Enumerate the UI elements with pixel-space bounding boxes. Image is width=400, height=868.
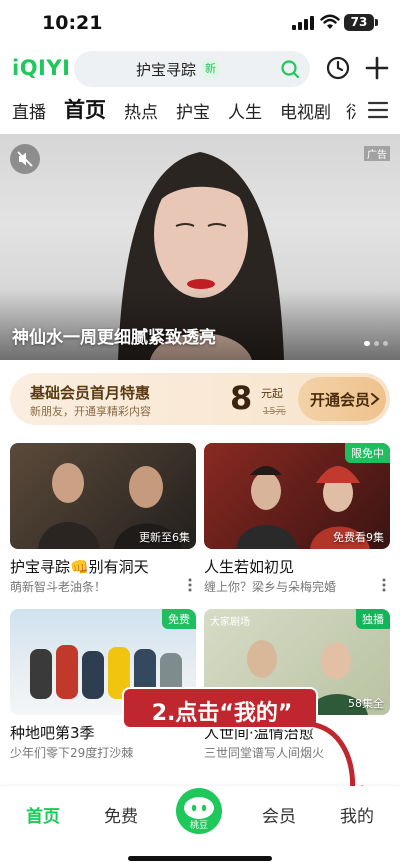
episode-info: 更新至6集 [139, 531, 190, 544]
status-bar: 10:21 73 [0, 0, 400, 46]
tab-tv-series[interactable]: 电视剧 [280, 98, 331, 123]
search-new-badge: 新 [202, 60, 219, 78]
video-title: 人生若如初见 [204, 558, 295, 576]
hero-title: 神仙水一周更细腻紧致透亮 [12, 328, 216, 348]
episode-info: 免费看9集 [333, 531, 384, 544]
video-thumbnail[interactable]: 限免中 免费看9集 [204, 443, 390, 549]
video-subtitle: 少年们零下29度打沙棘 [10, 746, 134, 760]
search-icon[interactable] [280, 59, 300, 79]
tab-treasure[interactable]: 护宝 [176, 98, 210, 123]
open-vip-label: 开通会员 [310, 391, 371, 409]
carousel-dots [360, 331, 388, 350]
carousel-dot [374, 341, 379, 346]
vip-subtitle: 新朋友，开通享精彩内容 [30, 405, 151, 418]
app-screen: 10:21 73 iQIYI 护宝寻踪 新 直播 首页 热点 护宝 人生 电视剧… [0, 0, 400, 868]
video-card[interactable]: 更新至6集 护宝寻踪👊别有洞天 萌新智斗老油条！ [10, 443, 196, 594]
video-subtitle: 萌新智斗老油条！ [10, 580, 107, 594]
nav-home[interactable]: 首页 [26, 802, 60, 827]
menu-icon[interactable] [367, 100, 389, 120]
video-title: 种地吧第3季 [10, 724, 95, 742]
vip-price-unit: 元起 [261, 387, 283, 400]
episode-info: 58集全 [348, 697, 384, 710]
status-badge: 独播 [356, 609, 390, 629]
battery-tip [375, 19, 378, 26]
nav-taodou-button[interactable]: 桃豆 [176, 788, 222, 834]
carousel-dot [364, 341, 370, 346]
tab-home[interactable]: 首页 [64, 94, 106, 124]
nav-taodou-label: 桃豆 [189, 821, 208, 831]
drama-theatre-logo: 大家剧场 [210, 617, 250, 628]
signal-icon [292, 16, 314, 30]
vip-price: 8 [230, 379, 253, 417]
video-thumbnail[interactable]: 更新至6集 [10, 443, 196, 549]
bottom-nav: 首页 免费 桃豆 会员 我的 [0, 786, 400, 868]
top-header: iQIYI 护宝寻踪 新 [0, 46, 400, 90]
plus-icon[interactable] [364, 55, 390, 81]
search-bar[interactable]: 护宝寻踪 新 [74, 51, 310, 87]
home-indicator [128, 856, 272, 861]
video-title: 护宝寻踪👊别有洞天 [10, 558, 149, 576]
nav-vip[interactable]: 会员 [262, 802, 296, 827]
status-time: 10:21 [42, 12, 103, 34]
status-badge: 免费 [162, 609, 196, 629]
video-subtitle: 缠上你？梁乡与朵梅完婚 [204, 580, 337, 594]
nav-free[interactable]: 免费 [104, 802, 138, 827]
open-vip-button[interactable]: 开通会员 [298, 377, 386, 421]
ad-tag: 广告 [364, 146, 390, 161]
mute-icon [17, 151, 33, 167]
status-badge: 限免中 [345, 443, 390, 463]
wifi-icon [320, 14, 340, 29]
tab-more-cut[interactable]: 衍 [346, 98, 356, 123]
video-card[interactable]: 限免中 免费看9集 人生若如初见 缠上你？梁乡与朵梅完婚 [204, 443, 390, 594]
vip-promo-banner[interactable]: 基础会员首月特惠 新朋友，开通享精彩内容 8 元起 15元 开通会员 [10, 373, 390, 425]
mute-button[interactable] [10, 144, 40, 174]
more-options-icon[interactable] [382, 578, 386, 592]
nav-mine[interactable]: 我的 [340, 802, 374, 827]
tutorial-annotation: 2.点击“我的” [122, 687, 318, 729]
carousel-dot [383, 341, 388, 346]
iqiyi-logo[interactable]: iQIYI [12, 56, 70, 80]
annotation-text: 2.点击“我的” [151, 701, 293, 726]
vip-title: 基础会员首月特惠 [30, 384, 151, 402]
hero-banner[interactable]: 广告 神仙水一周更细腻紧致透亮 [0, 134, 400, 360]
tab-live[interactable]: 直播 [12, 98, 46, 123]
tab-hot[interactable]: 热点 [124, 98, 158, 123]
search-keyword: 护宝寻踪 [136, 61, 197, 79]
more-options-icon[interactable] [188, 578, 192, 592]
category-tabs: 直播 首页 热点 护宝 人生 电视剧 衍 [0, 92, 400, 128]
history-icon[interactable] [326, 56, 350, 80]
chevron-right-icon [371, 393, 380, 405]
tab-life[interactable]: 人生 [228, 98, 262, 123]
vip-original-price: 15元 [263, 406, 286, 417]
battery-icon: 73 [344, 14, 374, 31]
